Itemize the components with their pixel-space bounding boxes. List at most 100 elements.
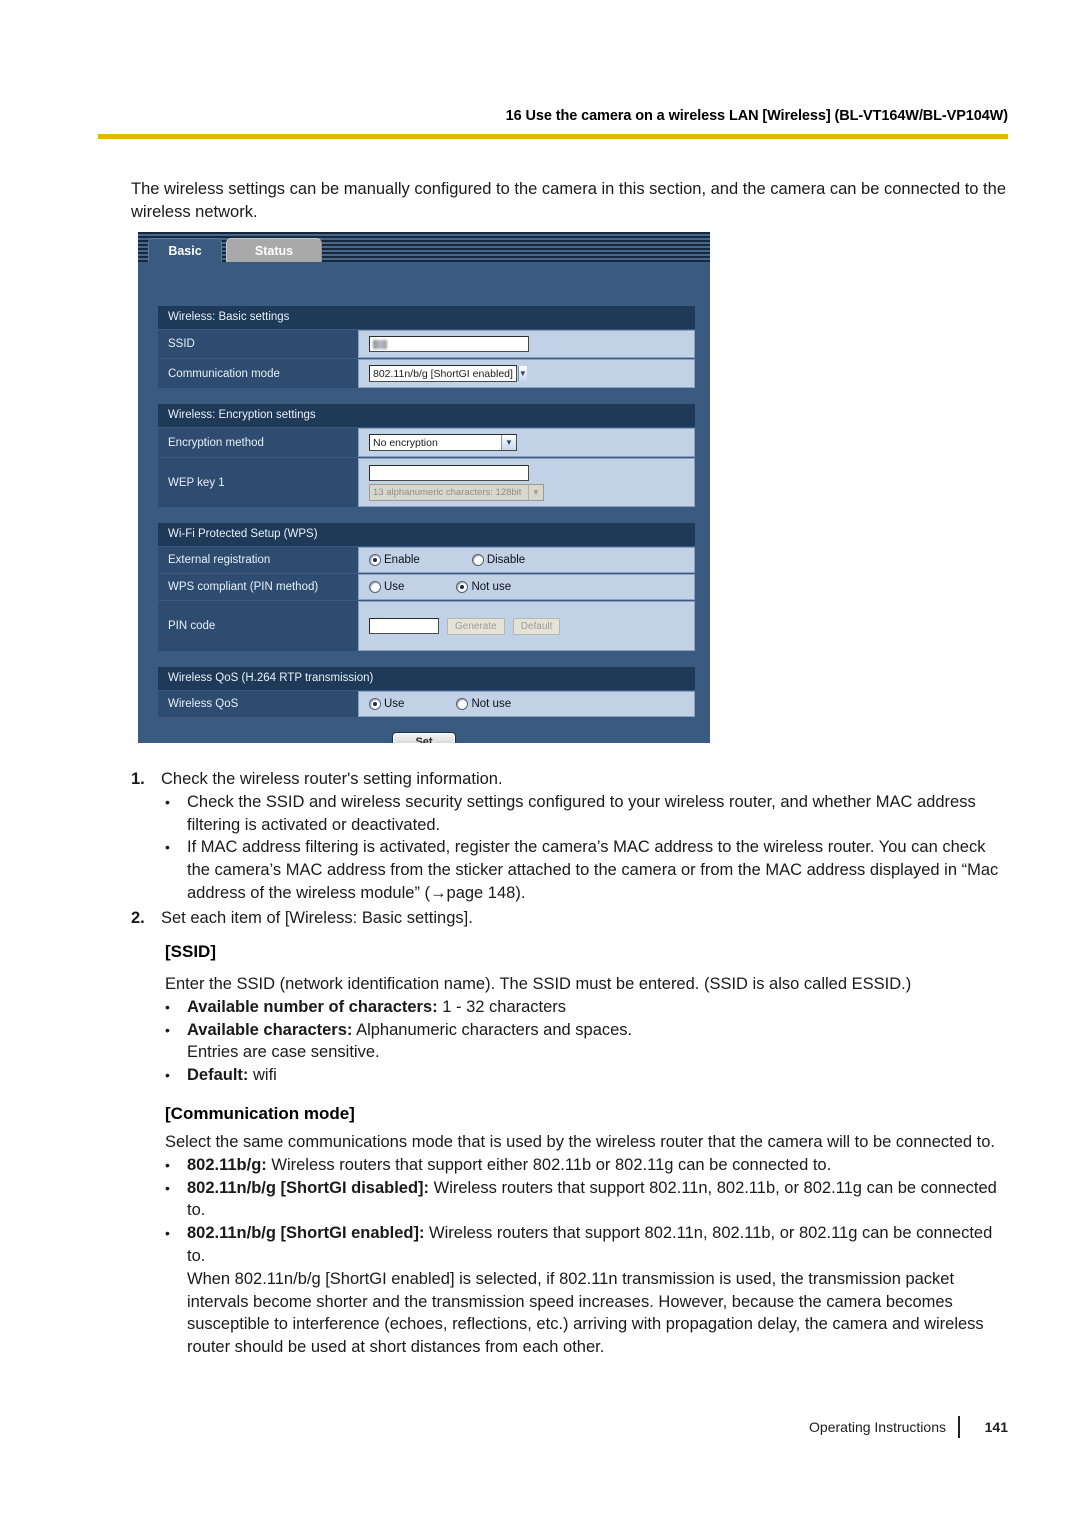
- radio-label-not-use: Not use: [471, 698, 512, 710]
- step-2: 2. Set each item of [Wireless: Basic set…: [131, 907, 1011, 930]
- ssid-section: Enter the SSID (network identification n…: [165, 973, 1011, 1087]
- ssid-bullet-chars-count: Available number of characters: 1 - 32 c…: [187, 996, 1011, 1019]
- ssid-bullet-chars: Available characters: Alphanumeric chara…: [187, 1019, 1011, 1065]
- radio-label-use: Use: [384, 581, 405, 593]
- radio-qos-not-use[interactable]: Not use: [456, 698, 511, 710]
- row-value-external-registration: Enable Disable: [358, 547, 695, 573]
- communication-mode-selected-value: 802.11n/b/g [ShortGI enabled]: [373, 367, 513, 380]
- row-encryption-method: Encryption method No encryption ▼: [158, 427, 695, 457]
- row-wep-key-1: WEP key 1 13 alphanumeric characters: 12…: [158, 457, 695, 507]
- encryption-method-selected-value: No encryption: [373, 436, 438, 449]
- chevron-down-icon: ▼: [517, 366, 527, 381]
- ssid-bullet-chars-count-value: 1 - 32 characters: [437, 997, 567, 1016]
- comm-bullet-shortgi-disabled: 802.11n/b/g [ShortGI disabled]: Wireless…: [187, 1177, 1011, 1223]
- communication-mode-description: Select the same communications mode that…: [165, 1133, 996, 1151]
- comm-bullet-shortgi-enabled: 802.11n/b/g [ShortGI enabled]: Wireless …: [187, 1222, 1011, 1359]
- bullet-icon: •: [165, 793, 170, 810]
- bullet-icon: •: [165, 839, 170, 856]
- radio-external-registration-disable[interactable]: Disable: [471, 554, 525, 566]
- step-1-bullet-2: If MAC address filtering is activated, r…: [187, 838, 999, 902]
- ssid-bullet-chars-label: Available characters:: [187, 1020, 353, 1039]
- step-1-bullet-1: Check the SSID and wireless security set…: [187, 792, 976, 834]
- page-footer: Operating Instructions 141: [98, 1416, 1008, 1438]
- row-value-pin-code: Generate Default: [358, 601, 695, 651]
- row-label-external-registration: External registration: [158, 547, 358, 573]
- pin-code-input[interactable]: [369, 618, 439, 634]
- row-pin-code: PIN code Generate Default: [158, 600, 695, 651]
- intro-paragraph: The wireless settings can be manually co…: [131, 180, 1006, 221]
- row-label-wps-pin-method: WPS compliant (PIN method): [158, 574, 358, 600]
- radio-label-enable: Enable: [384, 554, 420, 566]
- bullet-icon: •: [165, 998, 170, 1015]
- tab-basic[interactable]: Basic: [148, 238, 222, 262]
- row-value-wps-pin-method: Use Not use: [358, 574, 695, 600]
- list-item: • Available characters: Alphanumeric cha…: [165, 1019, 1011, 1065]
- set-button[interactable]: Set: [392, 732, 456, 743]
- ssid-redacted-value: [373, 339, 387, 349]
- page-header: 16 Use the camera on a wireless LAN [Wir…: [98, 108, 1008, 140]
- wep-key-length-select[interactable]: 13 alphanumeric characters: 128bit ▼: [369, 484, 544, 501]
- radio-on-icon: [369, 698, 381, 710]
- page-header-title: 16 Use the camera on a wireless LAN [Wir…: [505, 108, 1008, 124]
- ssid-heading: [SSID]: [165, 942, 216, 961]
- list-item: • 802.11b/g: Wireless routers that suppo…: [165, 1154, 1011, 1177]
- bullet-icon: •: [165, 1156, 170, 1173]
- radio-label-not-use: Not use: [471, 581, 512, 593]
- footer-page-number: 141: [984, 1419, 1008, 1435]
- radio-qos-use[interactable]: Use: [369, 698, 404, 710]
- radio-off-icon: [456, 698, 469, 710]
- list-item: • 802.11n/b/g [ShortGI disabled]: Wirele…: [165, 1177, 1011, 1223]
- step-1-text: Check the wireless router's setting info…: [161, 770, 503, 788]
- tab-status[interactable]: Status: [226, 238, 322, 262]
- radio-wps-use[interactable]: Use: [369, 581, 404, 593]
- step-1-number: 1.: [131, 770, 145, 788]
- radio-on-icon: [369, 554, 381, 566]
- step-2-text: Set each item of [Wireless: Basic settin…: [161, 908, 473, 927]
- ssid-bullet-default: Default: wifi: [187, 1064, 1011, 1087]
- comm-bullet-shortgi-disabled-label: 802.11n/b/g [ShortGI disabled]:: [187, 1178, 430, 1197]
- default-button[interactable]: Default: [512, 617, 561, 635]
- chevron-down-icon: ▼: [501, 435, 516, 450]
- comm-bullet-shortgi-enabled-label: 802.11n/b/g [ShortGI enabled]:: [187, 1224, 425, 1243]
- bullet-icon: •: [165, 1225, 170, 1242]
- camera-web-ui-screenshot: Basic Status Wireless: Basic settings SS…: [138, 232, 710, 743]
- list-item: • Available number of characters: 1 - 32…: [165, 996, 1011, 1019]
- row-value-wep-key-1: 13 alphanumeric characters: 128bit ▼: [358, 458, 695, 507]
- step-1: 1. Check the wireless router's setting i…: [131, 768, 1011, 791]
- row-label-wireless-qos: Wireless QoS: [158, 691, 358, 717]
- row-value-wireless-qos: Use Not use: [358, 691, 695, 717]
- radio-on-icon: [456, 581, 469, 593]
- section-heading-wireless-qos: Wireless QoS (H.264 RTP transmission): [158, 667, 695, 690]
- list-item: • 802.11n/b/g [ShortGI enabled]: Wireles…: [165, 1222, 1011, 1359]
- wep-key-length-value: 13 alphanumeric characters: 128bit: [373, 487, 522, 498]
- communication-mode-section: Select the same communications mode that…: [165, 1131, 1011, 1359]
- comm-bullet-bg-label: 802.11b/g:: [187, 1155, 267, 1174]
- communication-mode-select[interactable]: 802.11n/b/g [ShortGI enabled] ▼: [369, 365, 527, 382]
- radio-off-icon: [369, 581, 381, 593]
- row-ssid: SSID: [158, 329, 695, 358]
- comm-note: When 802.11n/b/g [ShortGI enabled] is se…: [187, 1269, 984, 1357]
- ssid-bullets: • Available number of characters: 1 - 32…: [165, 996, 1011, 1087]
- instruction-steps: 1. Check the wireless router's setting i…: [131, 768, 1011, 930]
- encryption-method-select[interactable]: No encryption ▼: [369, 434, 517, 451]
- wps-pin-method-radio-group: Use Not use: [369, 581, 539, 593]
- ssid-bullet-chars-count-label: Available number of characters:: [187, 997, 438, 1016]
- step-2-number: 2.: [131, 908, 145, 927]
- external-registration-radio-group: Enable Disable: [369, 554, 553, 566]
- generate-button[interactable]: Generate: [447, 617, 505, 635]
- radio-external-registration-enable[interactable]: Enable: [369, 554, 420, 566]
- radio-wps-not-use[interactable]: Not use: [456, 581, 511, 593]
- wep-key-1-input[interactable]: [369, 465, 529, 481]
- section-heading-basic-settings: Wireless: Basic settings: [158, 306, 695, 329]
- row-external-registration: External registration Enable Disable: [158, 546, 695, 573]
- bullet-icon: •: [165, 1179, 170, 1196]
- footer-divider: [958, 1416, 960, 1438]
- row-wps-pin-method: WPS compliant (PIN method) Use Not use: [158, 573, 695, 600]
- row-label-communication-mode: Communication mode: [158, 359, 358, 388]
- row-value-encryption-method: No encryption ▼: [358, 428, 695, 457]
- ssid-description: Enter the SSID (network identification n…: [165, 975, 912, 993]
- ssid-input[interactable]: [369, 336, 529, 352]
